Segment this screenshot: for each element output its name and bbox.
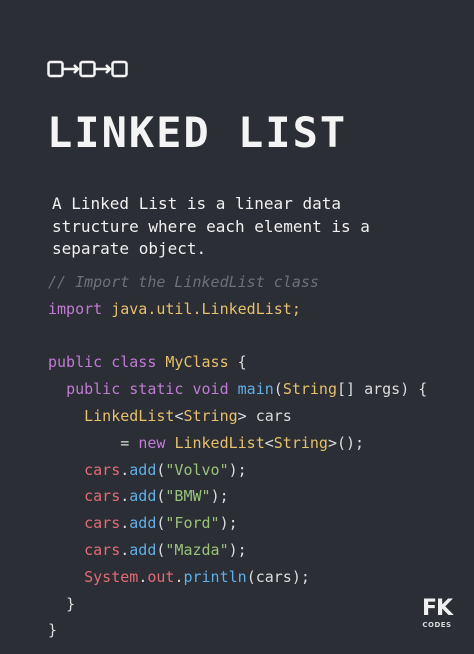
method-add: add bbox=[129, 514, 157, 533]
code-line-class-decl: public class MyClass { bbox=[48, 349, 427, 376]
object-system: System bbox=[84, 567, 139, 586]
code-line-assignment: = new LinkedList<String>(); bbox=[48, 430, 427, 457]
code-line-print: System.out.println(cars); bbox=[48, 564, 427, 591]
generic-close: > bbox=[327, 433, 337, 452]
paren: ( bbox=[273, 380, 283, 399]
string-literal: "Mazda" bbox=[165, 540, 229, 559]
description-line: A Linked List is a linear data bbox=[52, 194, 341, 213]
description: A Linked List is a linear data structure… bbox=[52, 193, 452, 261]
dot: . bbox=[120, 460, 130, 479]
print-args: (cars); bbox=[246, 567, 310, 586]
keyword-import: import bbox=[48, 299, 103, 318]
type-string: String bbox=[183, 406, 238, 425]
assign-op: = bbox=[120, 433, 139, 452]
object-cars: cars bbox=[84, 514, 121, 533]
code-line-import: import java.util.LinkedList; bbox=[48, 296, 427, 323]
object-cars: cars bbox=[84, 487, 121, 506]
code-line-main-decl: public static void main(String[] args) { bbox=[48, 376, 427, 403]
code-line-add: cars.add("Volvo"); bbox=[48, 457, 427, 484]
code-line-comment: // Import the LinkedList class bbox=[48, 269, 427, 296]
string-literal: "Ford" bbox=[165, 514, 220, 533]
code-line-close-method: } bbox=[48, 591, 427, 618]
object-cars: cars bbox=[84, 460, 121, 479]
brace: { bbox=[228, 353, 247, 372]
generic-close: > bbox=[237, 406, 247, 425]
code-comment: // Import the LinkedList class bbox=[48, 273, 319, 291]
method-add: add bbox=[129, 487, 157, 506]
dot: . bbox=[120, 514, 130, 533]
paren-close: ); bbox=[228, 540, 247, 559]
keyword-new: new bbox=[138, 433, 166, 452]
code-line-add: cars.add("BMW"); bbox=[48, 483, 427, 510]
code-block: // Import the LinkedList class import jav… bbox=[48, 269, 427, 644]
description-line: structure where each element is a bbox=[52, 216, 370, 236]
keyword-void: void bbox=[192, 380, 229, 399]
variable-cars: cars bbox=[246, 406, 292, 425]
method-add: add bbox=[129, 540, 157, 559]
code-line-close-class: } bbox=[48, 617, 427, 644]
keyword-public: public bbox=[66, 380, 121, 399]
keyword-public: public bbox=[48, 353, 103, 372]
description-line: separate object. bbox=[52, 239, 207, 258]
generic-open: < bbox=[264, 433, 274, 452]
linked-nodes-icon bbox=[47, 60, 128, 78]
brand-logo-text: FK bbox=[421, 596, 453, 621]
paren-close: ); bbox=[219, 514, 238, 533]
string-literal: "BMW" bbox=[165, 487, 211, 506]
brand-sub-text: CODES bbox=[422, 621, 452, 629]
code-line-add: cars.add("Mazda"); bbox=[48, 537, 427, 564]
method-add: add bbox=[129, 460, 157, 479]
page-title: LINKED LIST bbox=[47, 108, 348, 157]
code-line-declaration: LinkedList<String> cars bbox=[48, 403, 427, 430]
brace-close: } bbox=[48, 621, 58, 640]
type-linkedlist: LinkedList bbox=[84, 406, 175, 425]
code-line-add: cars.add("Ford"); bbox=[48, 510, 427, 537]
constructor-call: (); bbox=[337, 433, 365, 452]
args: [] args) { bbox=[337, 380, 428, 399]
type-string: String bbox=[273, 433, 328, 452]
field-out: out bbox=[147, 567, 175, 586]
keyword-static: static bbox=[129, 380, 184, 399]
brace-close: } bbox=[66, 594, 76, 613]
dot: . bbox=[120, 487, 130, 506]
type-string: String bbox=[282, 380, 337, 399]
type-linkedlist: LinkedList bbox=[174, 433, 265, 452]
dot: . bbox=[120, 540, 130, 559]
paren-close: ); bbox=[210, 487, 229, 506]
paren-close: ); bbox=[228, 460, 247, 479]
string-literal: "Volvo" bbox=[165, 460, 229, 479]
dot: . bbox=[138, 567, 148, 586]
fk-codes-logo: FK CODES bbox=[418, 598, 456, 630]
keyword-class: class bbox=[111, 353, 157, 372]
import-path: java.util.LinkedList; bbox=[111, 299, 301, 318]
method-main: main bbox=[237, 380, 274, 399]
object-cars: cars bbox=[84, 540, 121, 559]
class-name: MyClass bbox=[165, 353, 229, 372]
method-println: println bbox=[183, 567, 247, 586]
